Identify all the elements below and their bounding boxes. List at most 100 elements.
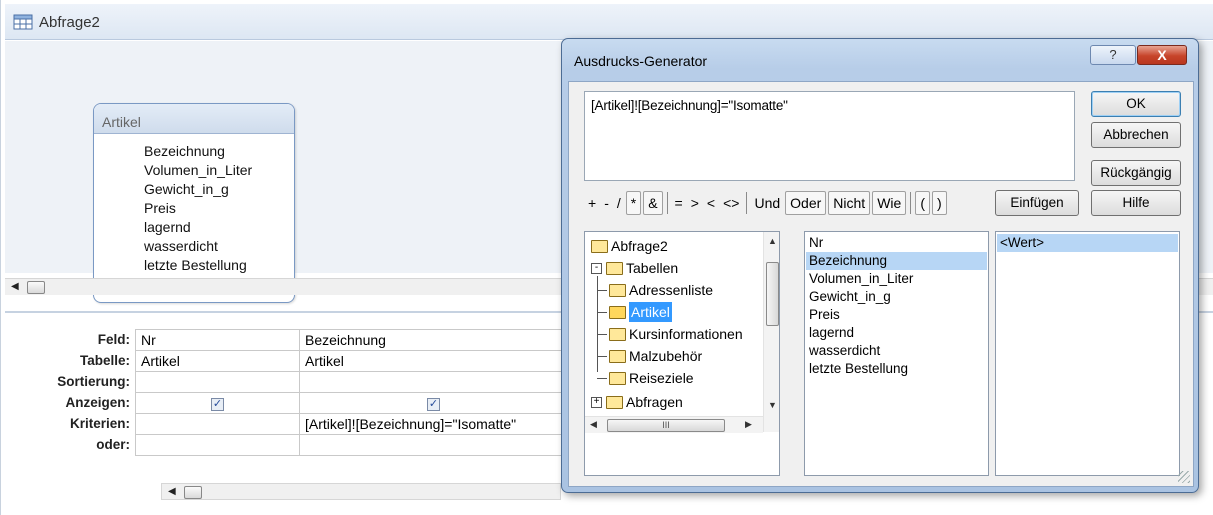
field-item[interactable]: Preis: [806, 306, 987, 324]
grid-cell-kriterien[interactable]: [Artikel]![Bezeichnung]="Isomatte": [299, 413, 568, 435]
expression-input[interactable]: [Artikel]![Bezeichnung]="Isomatte": [584, 91, 1075, 181]
field-list[interactable]: Nr Bezeichnung Volumen_in_Liter Gewicht_in_…: [804, 231, 989, 476]
tree-connector: [597, 290, 607, 291]
close-icon[interactable]: X: [1137, 45, 1187, 65]
field-list-item[interactable]: Volumen_in_Liter: [144, 161, 270, 180]
document-tab[interactable]: Abfrage2: [5, 4, 1213, 40]
operator-button[interactable]: +: [584, 192, 600, 214]
grid-cell-oder[interactable]: [135, 434, 300, 456]
collapse-icon[interactable]: -: [591, 262, 602, 274]
grid-hscrollbar[interactable]: ◀: [161, 483, 561, 500]
scroll-thumb[interactable]: [27, 281, 45, 294]
resize-grip-icon[interactable]: [1178, 471, 1190, 483]
operator-button[interactable]: <: [703, 192, 719, 214]
tree-item-label: Abfrage2: [611, 238, 668, 254]
field-item[interactable]: Gewicht_in_g: [806, 288, 987, 306]
value-item[interactable]: <Wert>: [997, 234, 1178, 252]
ok-button[interactable]: OK: [1091, 91, 1181, 117]
tree-item-table[interactable]: Kursinformationen: [609, 324, 743, 344]
field-list-artikel[interactable]: Artikel Bezeichnung Volumen_in_Liter Gewic…: [93, 103, 295, 303]
undo-button[interactable]: Rückgängig: [1091, 160, 1181, 186]
scroll-down-arrow-icon[interactable]: ▼: [768, 400, 777, 410]
field-item[interactable]: letzte Bestellung: [806, 360, 987, 378]
show-checkbox[interactable]: ✓: [211, 397, 224, 411]
scroll-thumb[interactable]: [184, 486, 202, 499]
operator-button[interactable]: ): [931, 191, 947, 215]
tree-hscrollbar[interactable]: ◀ III ▶: [585, 416, 763, 433]
operator-button[interactable]: Und: [750, 192, 784, 214]
scroll-left-arrow-icon[interactable]: ◀: [590, 419, 597, 430]
operator-button[interactable]: <>: [719, 192, 743, 214]
operator-button[interactable]: *: [625, 191, 642, 215]
grid-cell-oder[interactable]: [299, 434, 568, 456]
grid-cell-tabelle[interactable]: Artikel: [299, 350, 568, 372]
field-list-item[interactable]: Bezeichnung: [144, 142, 270, 161]
grid-cell-feld[interactable]: Nr: [135, 329, 300, 351]
operator-button[interactable]: Oder: [785, 191, 827, 215]
operator-button[interactable]: Wie: [872, 191, 907, 215]
tree-item-label: Kursinformationen: [629, 326, 743, 342]
grid-row: [Artikel]![Bezeichnung]="Isomatte": [135, 413, 568, 435]
operator-button[interactable]: -: [600, 192, 613, 214]
window-title: Abfrage2: [39, 14, 100, 31]
tree-item-table[interactable]: Adressenliste: [609, 280, 713, 300]
scroll-up-arrow-icon[interactable]: ▲: [768, 236, 777, 246]
folder-icon: [609, 349, 626, 363]
help-button[interactable]: Hilfe: [1091, 190, 1181, 216]
field-list-item[interactable]: wasserdicht: [144, 237, 270, 256]
scroll-thumb[interactable]: III: [607, 419, 725, 432]
grid-cell-sortierung[interactable]: [299, 371, 568, 393]
field-item[interactable]: wasserdicht: [806, 342, 987, 360]
grid-cell-feld[interactable]: Bezeichnung: [299, 329, 568, 351]
field-item[interactable]: Nr: [806, 234, 987, 252]
tree-vscrollbar[interactable]: ▲ ▼: [763, 232, 779, 432]
field-list-item[interactable]: lagernd: [144, 218, 270, 237]
scroll-thumb[interactable]: [766, 262, 779, 326]
field-list-item[interactable]: Preis: [144, 199, 270, 218]
grid-cell-anzeigen[interactable]: ✓: [299, 392, 568, 414]
field-item[interactable]: Volumen_in_Liter: [806, 270, 987, 288]
operator-button[interactable]: >: [687, 192, 703, 214]
operator-button[interactable]: &: [643, 191, 663, 215]
scroll-right-arrow-icon[interactable]: ▶: [745, 419, 752, 430]
field-list-item[interactable]: letzte Bestellung: [144, 256, 270, 275]
object-tree[interactable]: Abfrage2 - Tabellen Adressenliste Artikel Kur…: [584, 231, 780, 476]
tree-item-label: Adressenliste: [629, 282, 714, 298]
design-grid[interactable]: Nr Bezeichnung Artikel Artikel ✓ ✓ [Artikel]![…: [135, 329, 568, 456]
expand-icon[interactable]: +: [591, 396, 602, 408]
tree-item-tables[interactable]: - Tabellen: [591, 258, 678, 278]
operator-button[interactable]: Nicht: [828, 191, 871, 215]
tree-item-table[interactable]: Malzubehör: [609, 346, 702, 366]
grid-row-label: Kriterien:: [69, 416, 130, 431]
operator-button[interactable]: =: [671, 192, 687, 214]
grid-row-label: Feld:: [97, 332, 130, 347]
open-folder-icon: [609, 305, 626, 319]
show-checkbox[interactable]: ✓: [427, 397, 440, 411]
grid-cell-tabelle[interactable]: Artikel: [135, 350, 300, 372]
grid-cell-sortierung[interactable]: [135, 371, 300, 393]
folder-icon: [609, 371, 626, 385]
field-item[interactable]: Bezeichnung: [806, 252, 987, 270]
field-list-item[interactable]: Gewicht_in_g: [144, 180, 270, 199]
field-item[interactable]: lagernd: [806, 324, 987, 342]
grid-row: Artikel Artikel: [135, 350, 568, 372]
cancel-button[interactable]: Abbrechen: [1091, 122, 1181, 148]
paste-button[interactable]: Einfügen: [995, 190, 1079, 216]
scroll-left-arrow-icon[interactable]: ◀: [11, 281, 19, 292]
scroll-left-arrow-icon[interactable]: ◀: [168, 486, 176, 497]
operator-button[interactable]: /: [613, 192, 625, 214]
help-icon[interactable]: ?: [1090, 45, 1136, 65]
value-list[interactable]: <Wert>: [995, 231, 1180, 476]
operator-button[interactable]: (: [915, 191, 930, 215]
query-icon: [13, 14, 33, 30]
tree-item-root[interactable]: Abfrage2: [591, 236, 668, 256]
folder-icon: [609, 283, 626, 297]
grid-row-labels: Feld: Tabelle: Sortierung: Anzeigen: Kriteri…: [5, 329, 133, 455]
tree-item-table[interactable]: Reiseziele: [609, 368, 694, 388]
grid-cell-kriterien[interactable]: [135, 413, 300, 435]
tree-item-label: Reiseziele: [629, 370, 694, 386]
expression-builder-dialog: Ausdrucks-Generator ? X [Artikel]![Bezei…: [561, 38, 1199, 493]
grid-cell-anzeigen[interactable]: ✓: [135, 392, 300, 414]
tree-item-queries[interactable]: + Abfragen: [591, 392, 683, 412]
tree-item-table[interactable]: Artikel: [609, 302, 672, 322]
